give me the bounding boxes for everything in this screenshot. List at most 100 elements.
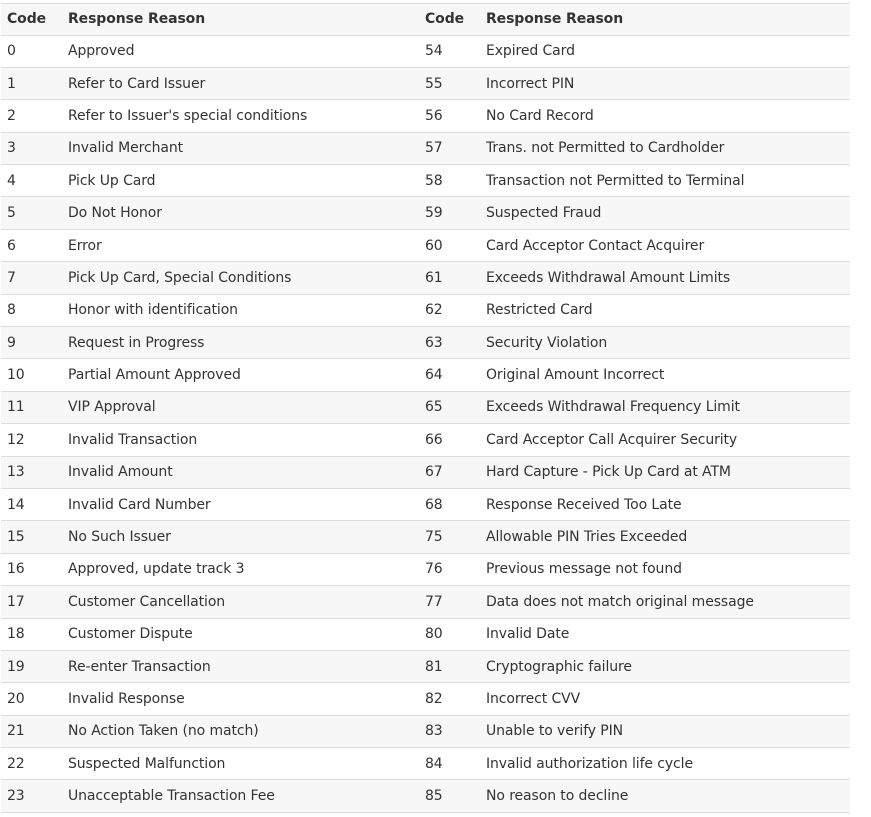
- cell-code-left: 8: [1, 293, 62, 328]
- cell-code-right: 62: [419, 293, 480, 328]
- cell-reason-right: Exceeds Withdrawal Frequency Limit: [480, 390, 850, 425]
- table-row: 0 Approved 54 Expired Card: [1, 34, 850, 68]
- cell-reason-left: Pick Up Card: [62, 164, 419, 198]
- cell-code-left: 17: [1, 585, 62, 619]
- cell-reason-left: Invalid Transaction: [62, 423, 419, 457]
- cell-reason-left: Error: [62, 228, 419, 263]
- table-row: 10 Partial Amount Approved 64 Original Amou…: [1, 358, 850, 392]
- cell-reason-left: Suspected Malfunction: [62, 747, 419, 781]
- cell-reason-right: Trans. not Permitted to Cardholder: [480, 131, 850, 166]
- header-row: Code Response Reason Code Response Reaso…: [1, 3, 850, 36]
- table-row: 4 Pick Up Card 58 Transaction not Permitted…: [1, 164, 850, 198]
- cell-reason-left: Honor with identification: [62, 293, 419, 328]
- table-row: 21 No Action Taken (no match) 83 Unable to …: [1, 714, 850, 749]
- table-row: 14 Invalid Card Number 68 Response Received…: [1, 487, 850, 522]
- cell-code-right: 85: [419, 779, 480, 813]
- cell-code-left: 9: [1, 326, 62, 360]
- cell-code-right: 60: [419, 228, 480, 263]
- cell-code-right: 58: [419, 164, 480, 198]
- cell-reason-left: VIP Approval: [62, 390, 419, 425]
- cell-code-left: 18: [1, 617, 62, 651]
- table-row: 18 Customer Dispute 80 Invalid Date: [1, 617, 850, 651]
- cell-reason-right: Expired Card: [480, 34, 850, 68]
- cell-reason-right: Incorrect CVV: [480, 682, 850, 716]
- cell-code-right: 84: [419, 747, 480, 781]
- table-row: 19 Re-enter Transaction 81 Cryptographic fa…: [1, 649, 850, 684]
- cell-reason-right: Card Acceptor Contact Acquirer: [480, 228, 850, 263]
- response-codes-table: Code Response Reason Code Response Reaso…: [1, 3, 850, 813]
- table-row: 22 Suspected Malfunction 84 Invalid authori…: [1, 747, 850, 781]
- cell-code-left: 19: [1, 649, 62, 684]
- cell-reason-right: Exceeds Withdrawal Amount Limits: [480, 261, 850, 295]
- cell-reason-right: Original Amount Incorrect: [480, 358, 850, 392]
- cell-reason-left: Refer to Issuer's special conditions: [62, 99, 419, 133]
- cell-code-left: 22: [1, 747, 62, 781]
- cell-reason-right: Data does not match original message: [480, 585, 850, 619]
- cell-reason-left: Unacceptable Transaction Fee: [62, 779, 419, 813]
- table-row: 23 Unacceptable Transaction Fee 85 No reaso…: [1, 779, 850, 813]
- cell-code-left: 2: [1, 99, 62, 133]
- table-row: 16 Approved, update track 3 76 Previous mes…: [1, 552, 850, 587]
- cell-reason-right: Previous message not found: [480, 552, 850, 587]
- cell-reason-right: Invalid Date: [480, 617, 850, 651]
- table-row: 11 VIP Approval 65 Exceeds Withdrawal Frequ…: [1, 390, 850, 425]
- cell-reason-left: Re-enter Transaction: [62, 649, 419, 684]
- cell-code-right: 57: [419, 131, 480, 166]
- cell-reason-right: Restricted Card: [480, 293, 850, 328]
- cell-reason-right: Card Acceptor Call Acquirer Security: [480, 423, 850, 457]
- cell-reason-right: Security Violation: [480, 326, 850, 360]
- header-code-left: Code: [1, 3, 62, 36]
- cell-reason-right: Hard Capture - Pick Up Card at ATM: [480, 455, 850, 489]
- cell-reason-right: No Card Record: [480, 99, 850, 133]
- cell-reason-left: Invalid Response: [62, 682, 419, 716]
- cell-code-left: 10: [1, 358, 62, 392]
- table-row: 8 Honor with identification 62 Restricted C…: [1, 293, 850, 328]
- cell-reason-right: Response Received Too Late: [480, 487, 850, 522]
- cell-code-left: 1: [1, 66, 62, 101]
- cell-reason-right: Suspected Fraud: [480, 196, 850, 230]
- cell-code-right: 56: [419, 99, 480, 133]
- table-row: 20 Invalid Response 82 Incorrect CVV: [1, 682, 850, 716]
- cell-reason-left: Approved, update track 3: [62, 552, 419, 587]
- cell-reason-right: Incorrect PIN: [480, 66, 850, 101]
- cell-code-right: 59: [419, 196, 480, 230]
- cell-reason-right: Cryptographic failure: [480, 649, 850, 684]
- cell-reason-left: Do Not Honor: [62, 196, 419, 230]
- cell-code-left: 15: [1, 520, 62, 554]
- cell-code-left: 13: [1, 455, 62, 489]
- cell-code-left: 16: [1, 552, 62, 587]
- table-body: 0 Approved 54 Expired Card 1 Refer to Card Is…: [1, 34, 850, 813]
- cell-code-right: 55: [419, 66, 480, 101]
- cell-reason-left: No Such Issuer: [62, 520, 419, 554]
- cell-code-left: 6: [1, 228, 62, 263]
- cell-code-right: 83: [419, 714, 480, 749]
- table-row: 9 Request in Progress 63 Security Violation: [1, 326, 850, 360]
- cell-code-left: 5: [1, 196, 62, 230]
- cell-code-right: 81: [419, 649, 480, 684]
- cell-reason-left: Invalid Merchant: [62, 131, 419, 166]
- cell-code-left: 4: [1, 164, 62, 198]
- cell-code-left: 12: [1, 423, 62, 457]
- cell-code-right: 61: [419, 261, 480, 295]
- cell-code-right: 65: [419, 390, 480, 425]
- cell-code-right: 66: [419, 423, 480, 457]
- cell-reason-right: Transaction not Permitted to Terminal: [480, 164, 850, 198]
- cell-reason-left: Refer to Card Issuer: [62, 66, 419, 101]
- header-code-right: Code: [419, 3, 480, 36]
- cell-code-right: 75: [419, 520, 480, 554]
- cell-code-right: 54: [419, 34, 480, 68]
- cell-reason-right: Invalid authorization life cycle: [480, 747, 850, 781]
- cell-reason-left: No Action Taken (no match): [62, 714, 419, 749]
- cell-code-left: 21: [1, 714, 62, 749]
- table-row: 15 No Such Issuer 75 Allowable PIN Tries Ex…: [1, 520, 850, 554]
- cell-code-right: 64: [419, 358, 480, 392]
- cell-code-left: 20: [1, 682, 62, 716]
- table-row: 1 Refer to Card Issuer 55 Incorrect PIN: [1, 66, 850, 101]
- cell-reason-right: Allowable PIN Tries Exceeded: [480, 520, 850, 554]
- cell-reason-right: Unable to verify PIN: [480, 714, 850, 749]
- cell-code-left: 0: [1, 34, 62, 68]
- cell-reason-left: Approved: [62, 34, 419, 68]
- cell-code-left: 11: [1, 390, 62, 425]
- table-row: 3 Invalid Merchant 57 Trans. not Permitted …: [1, 131, 850, 166]
- cell-reason-left: Invalid Card Number: [62, 487, 419, 522]
